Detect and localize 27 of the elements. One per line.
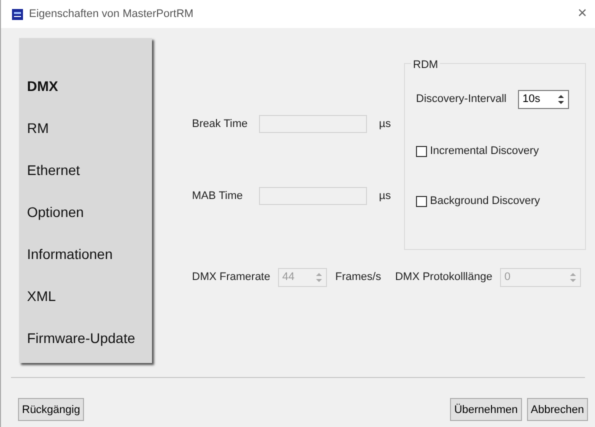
field-label: Discovery-Intervall [416, 93, 506, 105]
sidebar-item[interactable]: XML [19, 275, 152, 317]
checkbox-label: Incremental Discovery [430, 145, 539, 157]
field-label: DMX Framerate [192, 271, 270, 283]
sidebar-item[interactable]: DMX [19, 65, 152, 107]
undo-button[interactable]: Rückgängig [18, 398, 84, 421]
window-title: Eigenschaften von MasterPortRM [29, 8, 194, 20]
field-label: DMX Protokolllänge [395, 271, 492, 283]
group-title: RDM [411, 59, 440, 71]
field-label: MAB Time [192, 190, 244, 202]
dialog-button[interactable]: Übernehmen [450, 398, 522, 421]
unit-label: µs [379, 118, 391, 130]
dialog-button[interactable]: Abbrechen [526, 398, 588, 421]
sidebar-item[interactable]: Informationen [19, 233, 152, 275]
spin-field[interactable]: 10s [518, 90, 570, 108]
checkbox-label: Background Discovery [430, 195, 540, 207]
field-label: Break Time [192, 118, 249, 130]
unit-label: Frames/s [335, 271, 382, 283]
checkbox[interactable] [416, 196, 427, 206]
sidebar-item[interactable]: Ethernet [19, 149, 152, 191]
app-icon [12, 8, 23, 20]
sidebar-item[interactable]: RM [19, 107, 152, 149]
checkbox[interactable] [416, 146, 427, 156]
sidebar-item[interactable]: Firmware-Update [19, 317, 152, 359]
sidebar-item[interactable]: Optionen [19, 191, 152, 233]
close-button[interactable]: × [578, 6, 587, 22]
unit-label: µs [379, 190, 391, 202]
